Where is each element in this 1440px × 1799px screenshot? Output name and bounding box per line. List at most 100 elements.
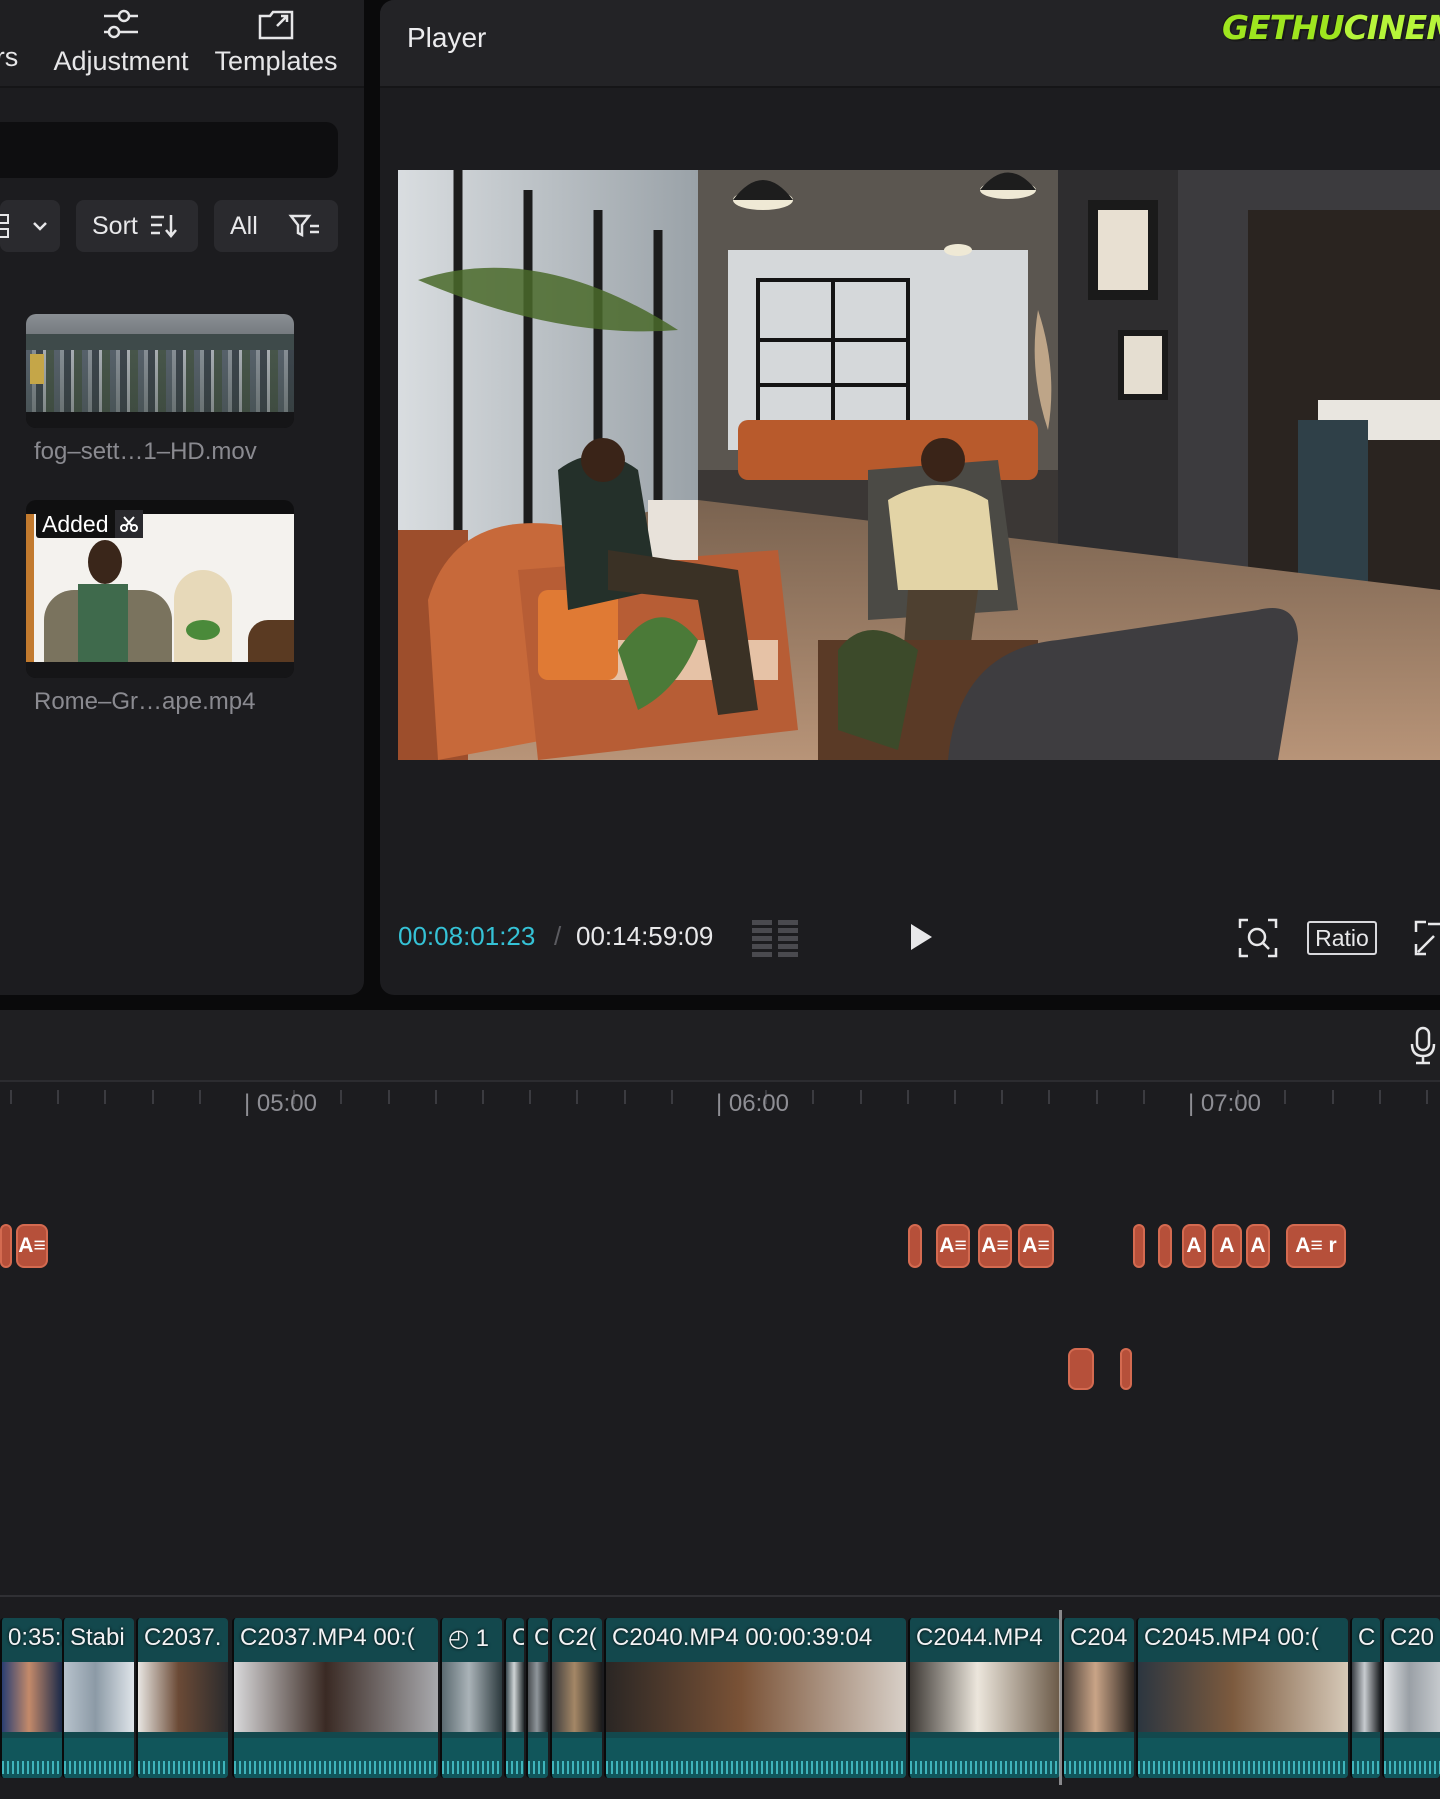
text-clip[interactable] — [1158, 1224, 1172, 1268]
video-clip[interactable]: 0:35:2 — [0, 1618, 62, 1778]
clip-label: Stabi — [70, 1624, 125, 1651]
clip-thumbnails — [1138, 1662, 1348, 1732]
video-clip[interactable]: C2044.MP4 — [908, 1618, 1060, 1778]
fullscreen-button[interactable] — [1414, 918, 1440, 963]
tab-adjustment[interactable]: Adjustment — [50, 0, 192, 86]
ruler-tick — [812, 1090, 814, 1104]
waveform-bars — [606, 1752, 906, 1774]
media-name: fog–sett…1–HD.mov — [34, 438, 257, 465]
view-mode-dropdown[interactable] — [0, 200, 60, 252]
clip-thumbnails — [2, 1662, 62, 1732]
waveform-bars — [552, 1752, 602, 1774]
text-clip[interactable]: A — [1182, 1224, 1206, 1268]
video-clip[interactable]: C204 — [1062, 1618, 1134, 1778]
clip-thumbnails — [442, 1662, 502, 1732]
video-clip[interactable]: C2037.MP4 00:( — [232, 1618, 438, 1778]
clip-label: ◴ 1 — [448, 1625, 489, 1652]
clip-thumbnails — [1064, 1662, 1134, 1732]
video-clip[interactable]: C — [526, 1618, 548, 1778]
zoom-fit-button[interactable] — [1238, 918, 1278, 963]
clip-thumbnails — [64, 1662, 134, 1732]
ruler-label: | 05:00 — [244, 1090, 317, 1117]
ruler-tick — [57, 1090, 59, 1104]
added-badge-label: Added — [42, 510, 109, 537]
filter-button[interactable]: All — [214, 200, 338, 252]
video-clip[interactable]: C2045.MP4 00:( — [1136, 1618, 1348, 1778]
media-thumbnail[interactable] — [26, 314, 294, 428]
clip-audio-waveform — [1352, 1738, 1380, 1778]
text-clip[interactable] — [0, 1224, 12, 1268]
watermark-logo: GETHUCINEMA — [1222, 8, 1440, 54]
text-clip[interactable]: A≡ — [936, 1224, 970, 1268]
video-clip[interactable]: Stabi — [62, 1618, 134, 1778]
video-clip[interactable]: C2( — [550, 1618, 602, 1778]
clip-audio-waveform — [442, 1738, 502, 1778]
ruler-tick — [860, 1090, 862, 1104]
clip-audio-waveform — [1064, 1738, 1134, 1778]
video-frame — [398, 170, 1440, 760]
tab-templates[interactable]: Templates — [208, 0, 344, 86]
video-clip[interactable]: ◴ 1 — [440, 1618, 502, 1778]
waveform-bars — [1138, 1752, 1348, 1774]
text-clip[interactable]: A — [1246, 1224, 1270, 1268]
waveform-bars — [528, 1752, 548, 1774]
playhead[interactable] — [1059, 1610, 1062, 1785]
effect-clip[interactable] — [1120, 1348, 1132, 1390]
waveform-bars — [2, 1752, 62, 1774]
clip-audio-waveform — [528, 1738, 548, 1778]
sort-button[interactable]: Sort — [76, 200, 198, 252]
waveform-bars — [1384, 1752, 1440, 1774]
text-clip[interactable] — [1133, 1224, 1145, 1268]
ruler-tick — [104, 1090, 106, 1104]
clip-audio-waveform — [552, 1738, 602, 1778]
effect-clip[interactable] — [1068, 1348, 1094, 1390]
clip-label: C — [1358, 1624, 1376, 1651]
media-thumbnail[interactable]: Added — [26, 500, 294, 678]
ruler-tick — [10, 1090, 12, 1104]
clip-label: C2037. — [144, 1624, 222, 1651]
track-divider — [0, 1595, 1440, 1597]
video-clip[interactable]: C2040.MP4 00:00:39:04 — [604, 1618, 906, 1778]
chevron-down-icon — [33, 222, 47, 231]
text-clip[interactable] — [908, 1224, 922, 1268]
ruler-tick — [1284, 1090, 1286, 1104]
filter-label: All — [230, 211, 258, 240]
record-voiceover-button[interactable] — [1408, 1026, 1438, 1071]
clip-audio-waveform — [506, 1738, 524, 1778]
waveform-bars — [138, 1752, 228, 1774]
clip-label: 0:35:2 — [8, 1624, 62, 1651]
sliders-icon — [104, 9, 138, 39]
ruler-label: | 06:00 — [716, 1090, 789, 1117]
ruler-tick — [576, 1090, 578, 1104]
clip-audio-waveform — [1138, 1738, 1348, 1778]
clip-thumbnails — [506, 1662, 524, 1732]
clip-thumbnails — [528, 1662, 548, 1732]
search-input[interactable] — [0, 122, 338, 178]
current-timecode: 00:08:01:23 — [398, 921, 536, 951]
timeline-toolbar — [0, 1010, 1440, 1082]
text-clip[interactable]: A≡ r — [1286, 1224, 1346, 1268]
video-preview[interactable] — [398, 170, 1440, 760]
text-clip[interactable]: A≡ — [1018, 1224, 1054, 1268]
ruler-time: 06:00 — [728, 1090, 789, 1117]
text-clip[interactable]: A≡ — [978, 1224, 1012, 1268]
player-title: Player — [407, 22, 487, 53]
text-clip[interactable]: A≡ — [16, 1224, 48, 1268]
clip-audio-waveform — [138, 1738, 228, 1778]
scissors-icon — [114, 510, 143, 538]
video-clip[interactable]: C20 — [1382, 1618, 1440, 1778]
ruler-time: 05:00 — [256, 1090, 317, 1117]
tab-stickers[interactable]: rs — [0, 0, 22, 86]
text-clip[interactable]: A — [1212, 1224, 1242, 1268]
ruler-tick — [1426, 1090, 1428, 1104]
video-clip[interactable]: C — [1350, 1618, 1380, 1778]
video-clip[interactable]: C — [504, 1618, 524, 1778]
grid-view-icon — [0, 214, 9, 238]
sort-icon — [150, 215, 177, 238]
ratio-button[interactable]: Ratio — [1307, 921, 1377, 955]
ruler-time: 07:00 — [1200, 1090, 1261, 1117]
waveform-bars — [506, 1752, 524, 1774]
waveform-toggle-icon[interactable] — [750, 918, 802, 963]
play-button[interactable] — [908, 922, 934, 957]
video-clip[interactable]: C2037. — [136, 1618, 228, 1778]
